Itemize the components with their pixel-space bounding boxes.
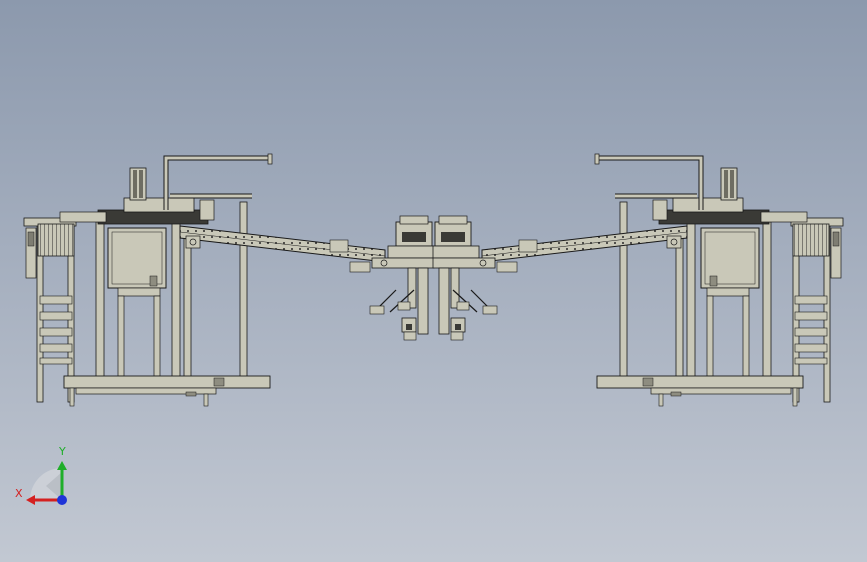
left-station-assembly: [24, 154, 434, 406]
y-axis-label: Y: [58, 445, 66, 458]
right-station-assembly: [433, 154, 843, 406]
cad-viewport[interactable]: X Y: [0, 0, 867, 562]
coordinate-triad-icon: X Y: [15, 445, 67, 505]
x-axis-label: X: [15, 487, 23, 500]
